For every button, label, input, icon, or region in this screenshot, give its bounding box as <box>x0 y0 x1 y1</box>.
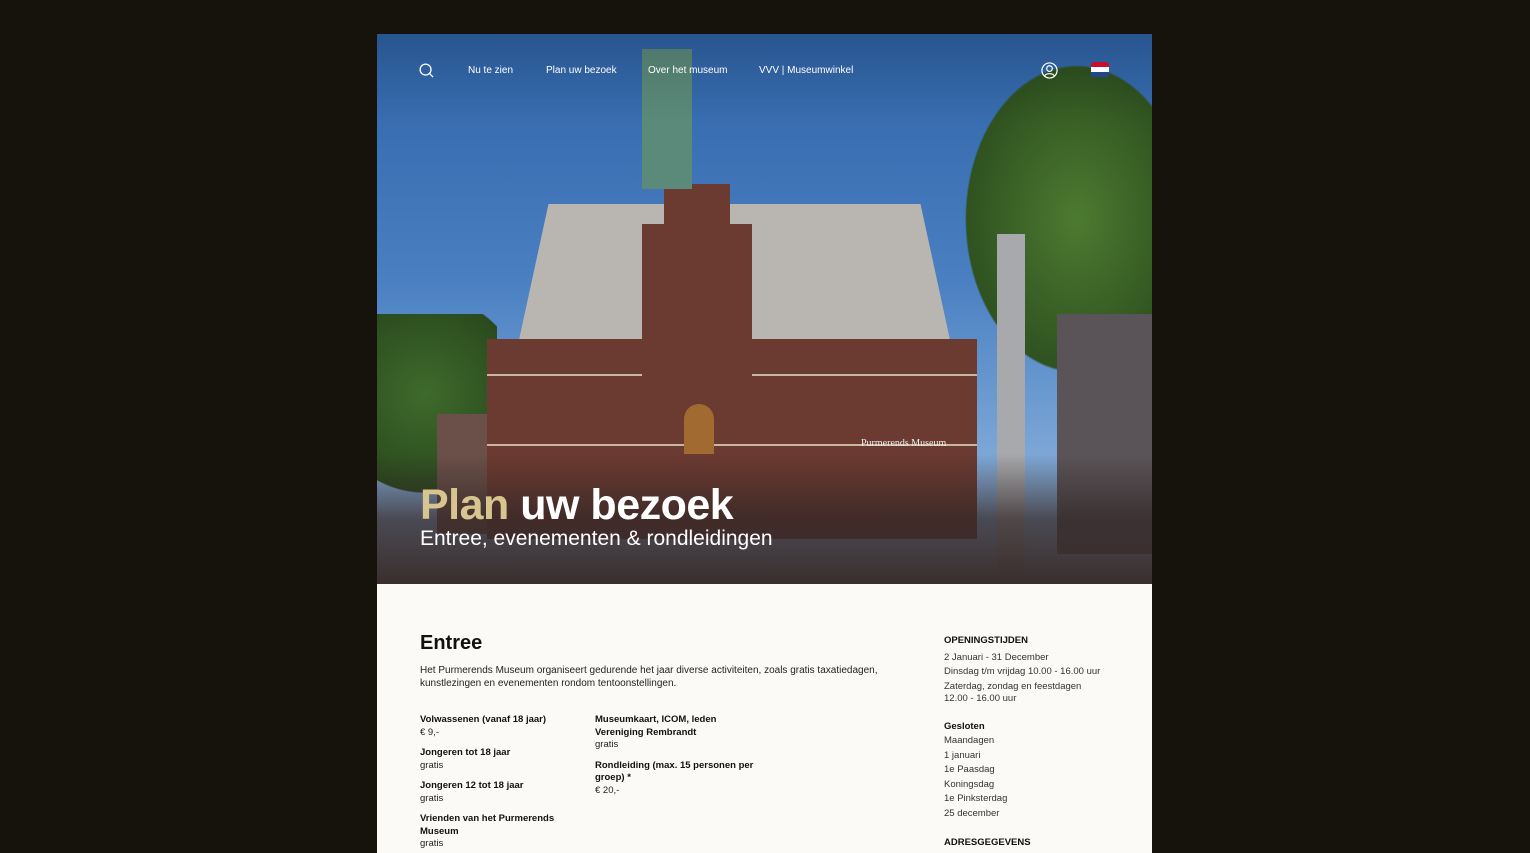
opening-hours-heading: OPENINGSTIJDEN <box>944 635 1028 646</box>
price-item: Vrienden van het Purmerends Museum gratis <box>420 813 570 851</box>
opening-hours-sidebar: OPENINGSTIJDEN 2 Januari - 31 December D… <box>944 634 1124 853</box>
nav-link-vvv-museumwinkel[interactable]: VVV | Museumwinkel <box>759 65 853 76</box>
hero-subtitle: Entree, evenementen & rondleidingen <box>420 527 773 550</box>
nav-link-nu-te-zien[interactable]: Nu te zien <box>468 65 513 76</box>
opening-line: 2 Januari - 31 December <box>944 651 1049 663</box>
price-label: Jongeren tot 18 jaar <box>420 747 511 758</box>
hero-banner: Purmerends Museum Nu te zien Plan uw bez… <box>377 34 1152 584</box>
hero-title-rest: uw bezoek <box>520 481 734 529</box>
price-list-right: Museumkaart, ICOM, leden Vereniging Remb… <box>595 714 760 805</box>
entree-intro: Het Purmerends Museum organiseert gedure… <box>420 665 878 689</box>
building-sign: Purmerends Museum <box>861 438 947 449</box>
price-label: Museumkaart, ICOM, leden Vereniging Remb… <box>595 714 717 738</box>
price-item: Museumkaart, ICOM, leden Vereniging Remb… <box>595 714 760 752</box>
top-navigation: Nu te zien Plan uw bezoek Over het museu… <box>377 34 1152 109</box>
closed-line: 1e Paasdag <box>944 764 995 775</box>
opening-line: Zaterdag, zondag en feestdagen 12.00 - 1… <box>944 680 1082 705</box>
main-content: Entree Het Purmerends Museum organiseert… <box>377 584 1152 853</box>
price-label: Jongeren 12 tot 18 jaar <box>420 780 524 791</box>
price-value: € 20,- <box>595 784 620 796</box>
address-heading: ADRESGEGEVENS <box>944 837 1031 848</box>
price-label: Volwassenen (vanaf 18 jaar) <box>420 714 547 725</box>
hero-title: Plan uw bezoek <box>420 481 734 530</box>
user-icon[interactable] <box>1041 62 1058 79</box>
nav-link-over-het-museum[interactable]: Over het museum <box>648 65 727 76</box>
price-value: gratis <box>420 792 444 804</box>
price-label: Rondleiding (max. 15 personen per groep)… <box>595 759 754 784</box>
page: Purmerends Museum Nu te zien Plan uw bez… <box>377 34 1152 853</box>
price-list-left: Volwassenen (vanaf 18 jaar) € 9,- Jongere… <box>420 714 570 853</box>
hero-title-accent: Plan <box>420 481 509 529</box>
closed-line: 1 januari <box>944 749 981 761</box>
price-item: Jongeren tot 18 jaar gratis <box>420 747 570 772</box>
closed-line: Koningsdag <box>944 778 995 790</box>
dutch-flag-icon[interactable] <box>1091 62 1109 77</box>
price-label: Vrienden van het Purmerends Museum <box>420 813 555 837</box>
price-item: Rondleiding (max. 15 personen per groep)… <box>595 760 760 798</box>
closed-heading: Gesloten <box>944 720 985 732</box>
price-value: gratis <box>420 759 444 771</box>
closed-line: 25 december <box>944 807 1000 819</box>
search-icon[interactable] <box>419 63 434 78</box>
entree-heading: Entree <box>420 632 483 654</box>
price-value: gratis <box>420 838 444 849</box>
closed-line: Maandagen <box>944 735 995 746</box>
price-item: Jongeren 12 tot 18 jaar gratis <box>420 780 570 805</box>
nav-link-plan-uw-bezoek[interactable]: Plan uw bezoek <box>546 65 617 76</box>
closed-line: 1e Pinksterdag <box>944 793 1008 804</box>
price-item: Volwassenen (vanaf 18 jaar) € 9,- <box>420 714 570 739</box>
price-value: gratis <box>595 739 619 750</box>
opening-line: Dinsdag t/m vrijdag 10.00 - 16.00 uur <box>944 666 1101 677</box>
price-value: € 9,- <box>420 726 440 738</box>
